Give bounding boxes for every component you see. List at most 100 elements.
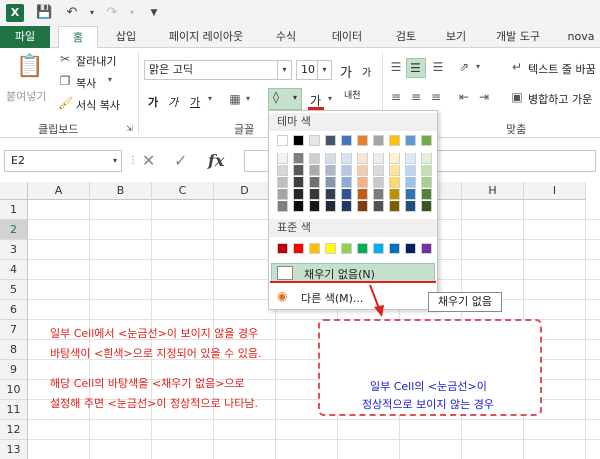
theme-color-swatch[interactable] [325,135,336,146]
tab-developer[interactable]: 개발 도구 [486,26,550,48]
copy-icon[interactable]: ❐ [58,74,72,88]
border-icon[interactable]: ▦ [228,92,242,106]
column-header-D[interactable]: D [214,182,276,200]
redo-dropdown-icon[interactable]: ▾ [124,4,140,22]
clipboard-launcher-icon[interactable]: ⇲ [126,124,133,133]
row-header-1[interactable]: 1 [0,200,28,220]
paste-button[interactable]: 붙여넣기 [6,88,46,104]
theme-shade-swatch[interactable] [277,177,288,188]
paste-icon[interactable]: 📋 [16,54,43,84]
row-header-11[interactable]: 11 [0,400,28,420]
row-header-12[interactable]: 12 [0,420,28,440]
name-box[interactable]: E2 ▾ [4,150,122,172]
tab-home[interactable]: 홈 [58,26,98,49]
align-top-icon[interactable]: ☰ [388,60,404,74]
theme-shade-swatch[interactable] [373,189,384,200]
standard-color-swatch[interactable] [293,243,304,254]
theme-shade-swatch[interactable] [357,189,368,200]
theme-color-swatch[interactable] [277,135,288,146]
save-icon[interactable]: 💾 [36,4,52,22]
merge-icon[interactable]: ▣ [510,90,524,104]
tab-nova[interactable]: nova [562,26,600,48]
standard-color-swatch[interactable] [357,243,368,254]
theme-shade-swatch[interactable] [373,201,384,212]
column-header-B[interactable]: B [90,182,152,200]
align-middle-button[interactable]: ☰ [406,58,426,78]
align-bottom-icon[interactable]: ☰ [430,60,446,74]
more-colors-menu-item[interactable]: 다른 색(M)... [301,290,363,306]
theme-color-swatch[interactable] [309,135,320,146]
enter-icon[interactable]: ✓ [174,150,187,172]
standard-color-swatch[interactable] [405,243,416,254]
standard-color-swatch[interactable] [421,243,432,254]
theme-shade-swatch[interactable] [389,153,400,164]
theme-shade-swatch[interactable] [293,153,304,164]
theme-shade-swatch[interactable] [309,177,320,188]
undo-icon[interactable]: ↶ [64,4,80,22]
theme-shade-swatch[interactable] [405,189,416,200]
orientation-dropdown-icon[interactable]: ▾ [476,62,480,71]
row-header-7[interactable]: 7 [0,320,28,340]
tab-insert[interactable]: 삽입 [106,26,146,48]
row-header-4[interactable]: 4 [0,260,28,280]
theme-shade-swatch[interactable] [389,189,400,200]
theme-color-swatch[interactable] [357,135,368,146]
theme-shade-swatch[interactable] [405,153,416,164]
copy-dropdown-icon[interactable]: ▾ [108,75,112,84]
theme-shade-swatch[interactable] [405,177,416,188]
theme-shade-swatch[interactable] [325,153,336,164]
align-left-icon[interactable]: ≡ [388,90,404,104]
tab-review[interactable]: 검토 [386,26,426,48]
theme-shade-swatch[interactable] [357,201,368,212]
standard-color-swatch[interactable] [341,243,352,254]
shrink-font-button[interactable]: 가 [362,64,371,79]
theme-shade-swatch[interactable] [293,189,304,200]
bold-button[interactable]: 가 [148,94,158,110]
theme-color-swatch[interactable] [421,135,432,146]
theme-shade-swatch[interactable] [357,165,368,176]
theme-shade-swatch[interactable] [373,153,384,164]
theme-shade-swatch[interactable] [373,177,384,188]
tab-page-layout[interactable]: 페이지 레이아웃 [154,26,258,48]
theme-shade-swatch[interactable] [341,177,352,188]
standard-color-swatch[interactable] [389,243,400,254]
theme-shade-swatch[interactable] [357,177,368,188]
theme-shade-swatch[interactable] [421,201,432,212]
theme-shade-swatch[interactable] [421,189,432,200]
align-right-icon[interactable]: ≡ [428,90,444,104]
cancel-icon[interactable]: ✕ [142,150,155,172]
tab-view[interactable]: 보기 [436,26,476,48]
theme-shade-swatch[interactable] [405,201,416,212]
theme-shade-swatch[interactable] [277,153,288,164]
theme-color-swatch[interactable] [373,135,384,146]
row-header-2[interactable]: 2 [0,220,28,240]
column-header-A[interactable]: A [28,182,90,200]
tab-file[interactable]: 파일 [0,26,50,48]
no-fill-menu-item[interactable]: 채우기 없음(N) [271,263,435,283]
phonetic-button[interactable]: 내천 [344,88,361,101]
underline-dropdown-icon[interactable]: ▾ [208,94,212,103]
column-header-C[interactable]: C [152,182,214,200]
cut-icon[interactable]: ✂ [58,52,72,66]
theme-color-swatch[interactable] [293,135,304,146]
standard-color-swatch[interactable] [277,243,288,254]
theme-shade-swatch[interactable] [341,189,352,200]
theme-shade-swatch[interactable] [389,177,400,188]
orientation-icon[interactable]: ⇗ [456,60,472,74]
theme-shade-swatch[interactable] [309,153,320,164]
theme-shade-swatch[interactable] [293,201,304,212]
format-painter-icon[interactable]: 🖌 [58,96,73,110]
theme-shade-swatch[interactable] [357,153,368,164]
font-name-combo[interactable]: 맑은 고딕 ▾ [144,60,292,80]
insert-function-button[interactable]: fx [208,150,224,172]
italic-button[interactable]: 가 [168,94,178,110]
underline-button[interactable]: 가 [190,94,200,110]
border-dropdown-icon[interactable]: ▾ [246,94,250,103]
row-header-6[interactable]: 6 [0,300,28,320]
row-header-9[interactable]: 9 [0,360,28,380]
align-center-icon[interactable]: ≡ [408,90,424,104]
theme-shade-swatch[interactable] [277,189,288,200]
tab-formulas[interactable]: 수식 [266,26,306,48]
theme-shade-swatch[interactable] [293,177,304,188]
theme-shade-swatch[interactable] [309,189,320,200]
